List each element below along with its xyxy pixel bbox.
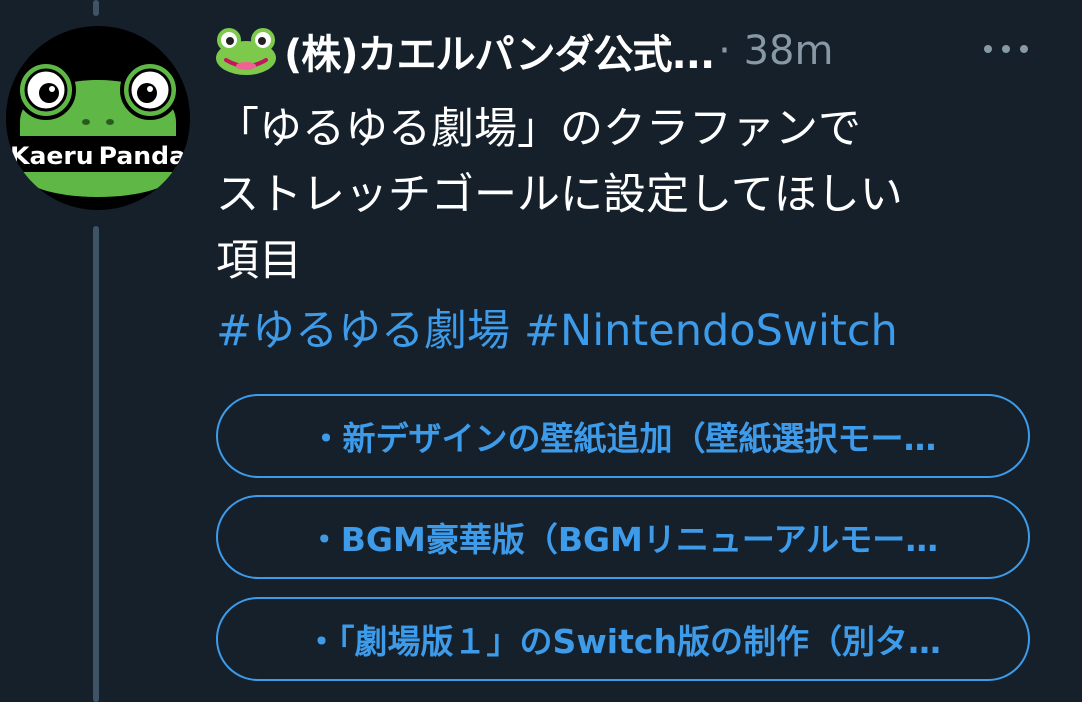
- thread-line-bottom: [93, 226, 99, 702]
- avatar[interactable]: Kaeru Panda: [6, 26, 190, 210]
- author-name[interactable]: (株)カエルパンダ公式...: [284, 22, 715, 80]
- poll-option-label: ・新デザインの壁紙追加（壁紙選択モー…: [309, 419, 937, 458]
- poll-option-3[interactable]: ・「劇場版１」のSwitch版の制作（別タ…: [216, 597, 1030, 681]
- tweet-container: Kaeru Panda (株)カエルパンダ公式... · 38m 「ゆるゆる劇場…: [0, 0, 1082, 702]
- timestamp[interactable]: · 38m: [718, 28, 833, 74]
- more-horizontal-icon-dot: [984, 45, 992, 53]
- more-horizontal-icon-dot: [1020, 45, 1028, 53]
- tweet-text-line: 項目: [216, 236, 302, 286]
- more-options-button[interactable]: [984, 34, 1028, 64]
- frog-face-icon: [216, 28, 276, 75]
- tweet-text-line: ストレッチゴールに設定してほしい: [216, 170, 903, 220]
- hashtags: #ゆるゆる劇場 #NintendoSwitch: [216, 298, 898, 364]
- poll-option-1[interactable]: ・新デザインの壁紙追加（壁紙選択モー…: [216, 394, 1030, 478]
- poll-option-label: ・BGM豪華版（BGMリニューアルモー…: [307, 520, 939, 559]
- tweet-header: (株)カエルパンダ公式... · 38m: [214, 22, 833, 80]
- hashtag-link[interactable]: #ゆるゆる劇場: [216, 306, 510, 356]
- more-horizontal-icon-dot: [1002, 45, 1010, 53]
- tweet-text-line: 「ゆるゆる劇場」のクラファンで: [216, 104, 861, 154]
- thread-line-top: [93, 0, 99, 16]
- hashtag-link[interactable]: #NintendoSwitch: [524, 306, 898, 356]
- poll-option-2[interactable]: ・BGM豪華版（BGMリニューアルモー…: [216, 495, 1030, 579]
- poll-option-label: ・「劇場版１」のSwitch版の制作（別タ…: [305, 622, 941, 661]
- frog-logo-icon: Kaeru Panda: [6, 26, 190, 210]
- avatar-text: Kaeru Panda: [10, 142, 186, 170]
- tweet-text: 「ゆるゆる劇場」のクラファンで ストレッチゴールに設定してほしい 項目: [216, 96, 1066, 294]
